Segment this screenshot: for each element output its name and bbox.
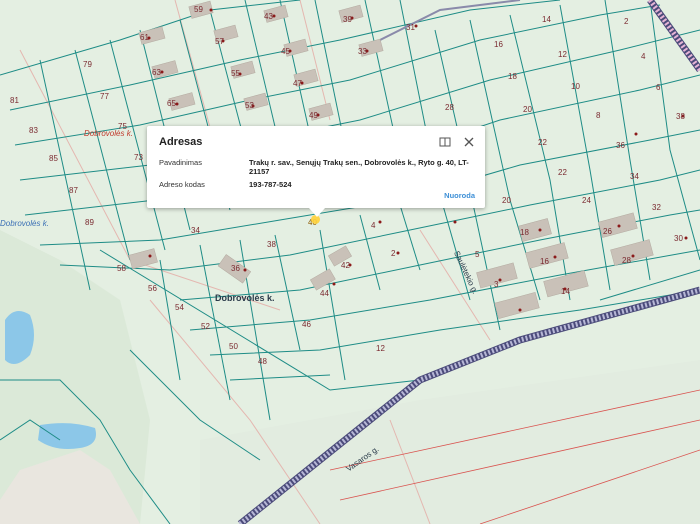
parcel-label: 16 (494, 40, 503, 49)
cadastral-map[interactable]: 59 43 39 31 14 2 61 57 45 33 16 12 4 79 … (0, 0, 700, 524)
address-popup: Adresas Pavadinimas Trakų r. sav., Senųj… (147, 126, 485, 217)
parcel-label: 3 (494, 280, 499, 289)
parcel-label: 12 (376, 344, 385, 353)
parcel-label: 47 (293, 79, 302, 88)
row-value: Trakų r. sav., Senųjų Trakų sen., Dobrov… (249, 158, 469, 176)
parcel-label: 50 (229, 342, 238, 351)
parcel-label: 5 (475, 250, 480, 259)
parcel-label: 55 (231, 69, 240, 78)
parcel-label: 89 (85, 218, 94, 227)
parcel-label: 49 (309, 111, 318, 120)
parcel-label: 16 (540, 257, 549, 266)
parcel-label: 28 (445, 103, 454, 112)
parcel-label: 81 (10, 96, 19, 105)
parcel-label: 10 (571, 82, 580, 91)
parcel-label: 44 (320, 289, 329, 298)
parcel-label: 46 (302, 320, 311, 329)
parcel-label: 36 (616, 141, 625, 150)
parcel-label: 52 (201, 322, 210, 331)
close-icon[interactable] (463, 135, 475, 147)
parcel-label: 42 (341, 261, 350, 270)
parcel-label: 20 (502, 196, 511, 205)
parcel-label: 73 (134, 153, 143, 162)
parcel-label: 87 (69, 186, 78, 195)
parcel-label: 36 (231, 264, 240, 273)
parcel-label: 32 (652, 203, 661, 212)
parcel-label: 65 (167, 99, 176, 108)
parcel-label: 14 (542, 15, 551, 24)
parcel-label: 4 (641, 52, 646, 61)
parcel-label: 14 (561, 287, 570, 296)
parcel-label: 34 (630, 172, 639, 181)
street-label: Dobrovolės k. (0, 219, 49, 228)
parcel-label: 38 (267, 240, 276, 249)
parcel-label: 20 (523, 105, 532, 114)
parcel-label: 4 (371, 221, 376, 230)
parcel-label: 33 (358, 47, 367, 56)
parcel-label: 57 (215, 37, 224, 46)
parcel-label: 53 (245, 101, 254, 110)
popup-title: Adresas (159, 136, 203, 148)
parcel-label: 26 (603, 227, 612, 236)
parcel-label: 38 (676, 112, 685, 121)
parcel-label: 8 (596, 111, 601, 120)
parcel-label: 12 (558, 50, 567, 59)
parcel-label: 34 (191, 226, 200, 235)
street-label: Dobrovolės k. (84, 129, 133, 138)
parcel-label: 18 (520, 228, 529, 237)
parcel-label: 85 (49, 154, 58, 163)
parcel-label: 6 (656, 83, 661, 92)
parcel-label: 2 (624, 17, 629, 26)
parcel-label: 39 (343, 15, 352, 24)
row-key: Adreso kodas (159, 180, 205, 189)
row-key: Pavadinimas (159, 158, 202, 167)
parcel-label: 31 (406, 23, 415, 32)
parcel-label: 2 (391, 249, 396, 258)
parcel-label: 77 (100, 92, 109, 101)
parcel-label: 43 (264, 12, 273, 21)
parcel-label: 28 (622, 256, 631, 265)
parcel-label: 30 (674, 234, 683, 243)
row-value: 193-787-524 (249, 180, 292, 189)
parcel-label: 61 (140, 33, 149, 42)
parcel-label: 22 (558, 168, 567, 177)
parcel-label: 58 (117, 264, 126, 273)
maximize-icon[interactable] (439, 135, 451, 147)
parcel-label: 24 (582, 196, 591, 205)
parcel-label: 45 (281, 47, 290, 56)
parcel-label: 63 (152, 68, 161, 77)
parcel-label: 48 (258, 357, 267, 366)
parcel-label: 54 (175, 303, 184, 312)
parcel-label: 56 (148, 284, 157, 293)
nuoroda-link[interactable]: Nuoroda (444, 191, 475, 200)
parcel-label: 79 (83, 60, 92, 69)
parcel-label: 18 (508, 72, 517, 81)
parcel-label: 59 (194, 5, 203, 14)
parcel-label: 83 (29, 126, 38, 135)
village-label: Dobrovolės k. (215, 293, 275, 303)
parcel-label: 22 (538, 138, 547, 147)
